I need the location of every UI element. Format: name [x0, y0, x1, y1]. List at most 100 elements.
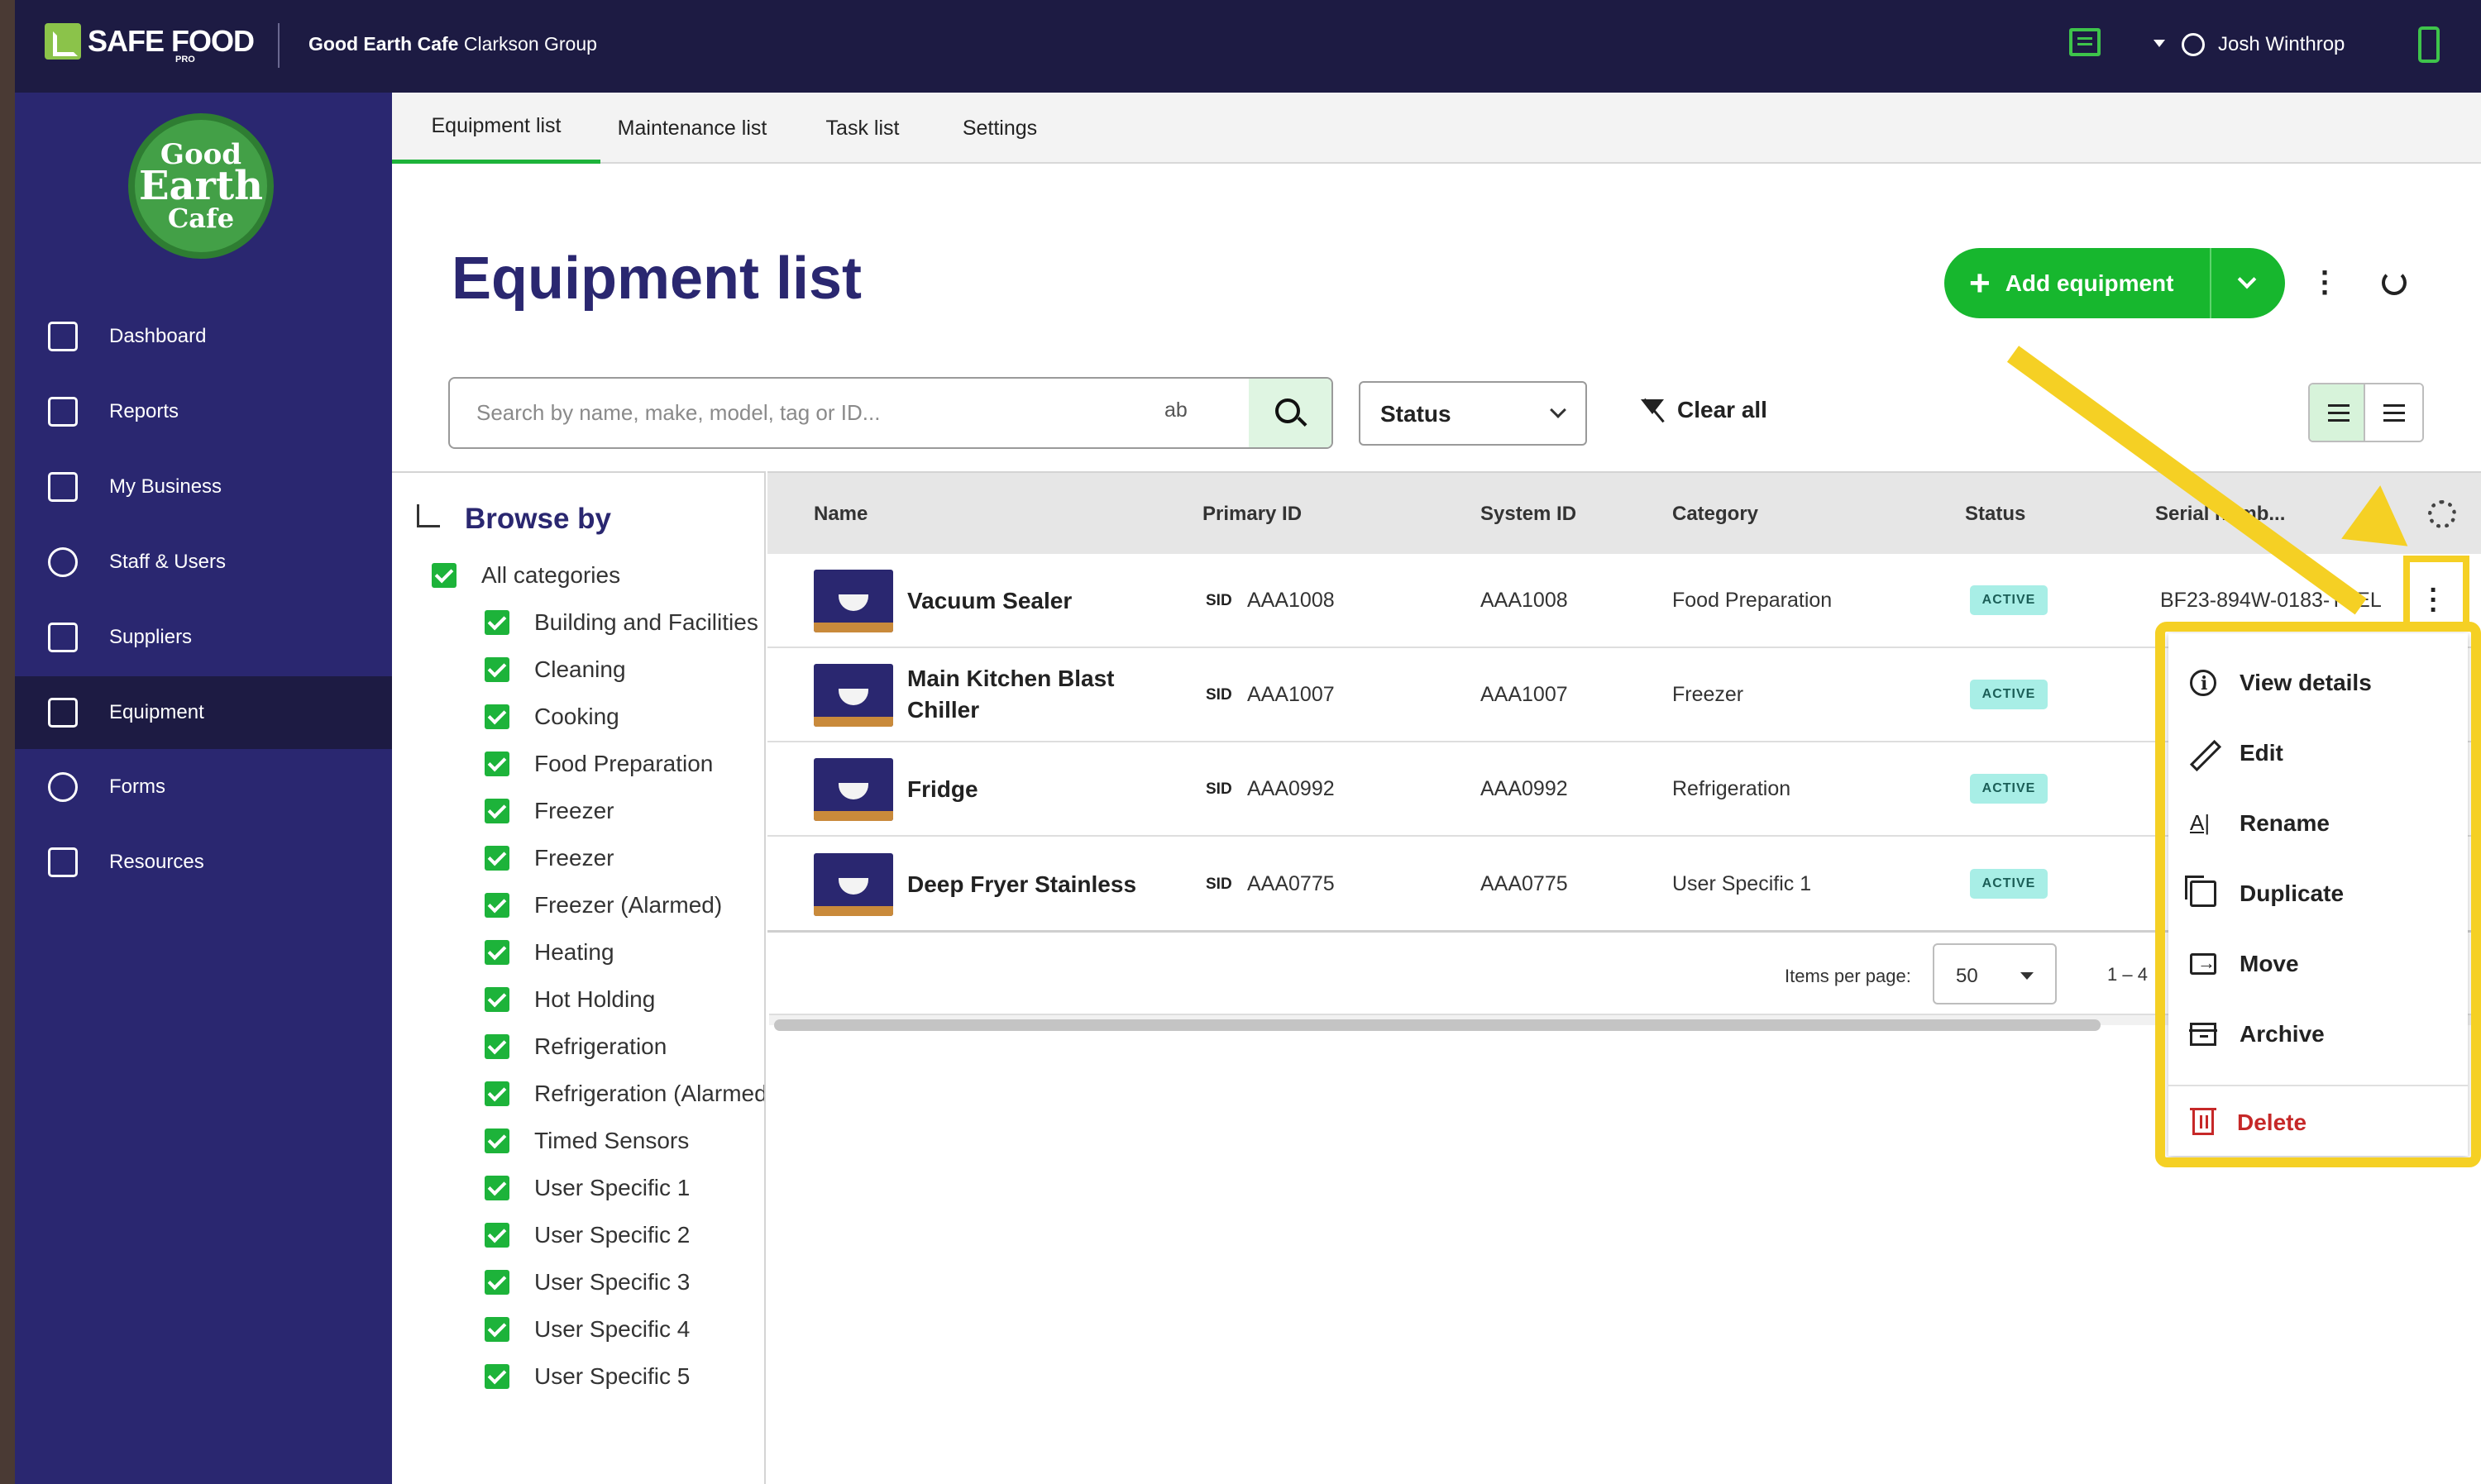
sidebar-item-my-business[interactable]: My Business: [15, 451, 392, 523]
checkbox-checked-icon: [485, 893, 509, 918]
sidebar-item-staff-users[interactable]: Staff & Users: [15, 526, 392, 599]
gear-icon[interactable]: [2428, 500, 2456, 528]
add-equipment-label: Add equipment: [2005, 270, 2174, 296]
category-checkbox[interactable]: User Specific 1: [485, 1171, 690, 1205]
compact-list-view-button[interactable]: [2365, 384, 2422, 441]
tab-settings[interactable]: Settings: [941, 93, 1059, 164]
checkbox-checked-icon: [485, 1317, 509, 1342]
sidebar-item-label: Reports: [109, 400, 179, 422]
tab-task-list[interactable]: Task list: [801, 93, 925, 164]
mobile-device-icon[interactable]: [2418, 26, 2440, 63]
sidebar-item-suppliers[interactable]: Suppliers: [15, 601, 392, 674]
category-label: Building and Facilities: [534, 609, 758, 635]
search-box: ab: [448, 377, 1333, 449]
sidebar-item-label: Suppliers: [109, 626, 193, 648]
category-checkbox[interactable]: Timed Sensors: [485, 1124, 689, 1157]
tab-maintenance-list[interactable]: Maintenance list: [600, 93, 784, 164]
primary-id: AAA0775: [1247, 872, 1335, 895]
sidebar-item-equipment[interactable]: Equipment: [15, 676, 392, 749]
search-input[interactable]: [476, 379, 1105, 447]
system-id: AAA0775: [1480, 872, 1568, 895]
clear-all-button[interactable]: Clear all: [1639, 397, 1767, 423]
user-avatar-icon[interactable]: [2182, 33, 2205, 56]
equipment-thumbnail: [814, 570, 893, 632]
category-label: Food Preparation: [534, 751, 714, 776]
equipment-name[interactable]: Fridge: [907, 774, 1155, 805]
column-header-primary-id[interactable]: Primary ID: [1202, 503, 1302, 526]
window-edge: [0, 0, 15, 1484]
pagination-range: 1 – 4: [2107, 964, 2148, 985]
checkbox-checked-icon: [485, 1270, 509, 1295]
equipment-thumbnail: [814, 853, 893, 916]
status-badge: ACTIVE: [1970, 585, 2048, 615]
items-per-page-select[interactable]: 50: [1933, 943, 2057, 1004]
safefood-logo[interactable]: SAFE FOOD: [45, 23, 255, 60]
column-header-status[interactable]: Status: [1965, 503, 2025, 526]
category-checkbox[interactable]: Food Preparation: [485, 747, 713, 780]
category-label: Freezer: [534, 798, 614, 823]
equipment-thumbnail: [814, 664, 893, 727]
category-checkbox[interactable]: User Specific 2: [485, 1219, 690, 1252]
top-bar: SAFE FOOD PRO Good Earth Cafe Clarkson G…: [0, 0, 2481, 93]
checkbox-checked-icon: [485, 940, 509, 965]
column-header-category[interactable]: Category: [1672, 503, 1758, 526]
category-checkbox[interactable]: Freezer: [485, 842, 614, 875]
organization-name[interactable]: Good Earth Cafe Clarkson Group: [308, 33, 597, 55]
category-checkbox[interactable]: Refrigeration: [485, 1030, 667, 1063]
user-menu-name[interactable]: Josh Winthrop: [2218, 33, 2345, 56]
category-checkbox[interactable]: Building and Facilities: [485, 606, 758, 639]
category-checkbox[interactable]: User Specific 5: [485, 1360, 690, 1393]
category-checkbox[interactable]: Hot Holding: [485, 983, 655, 1016]
column-header-system-id[interactable]: System ID: [1480, 503, 1576, 526]
category-label: Heating: [534, 939, 614, 965]
equipment-icon: [48, 698, 78, 728]
tab-equipment-list[interactable]: Equipment list: [392, 93, 600, 164]
equipment-name[interactable]: Vacuum Sealer: [907, 585, 1155, 617]
equipment-name[interactable]: Deep Fryer Stainless: [907, 869, 1155, 900]
truck-icon: [48, 623, 78, 652]
add-equipment-button[interactable]: + Add equipment: [1944, 248, 2285, 318]
sid-tag: SID: [1206, 592, 1232, 609]
category-checkbox[interactable]: Refrigeration (Alarmed): [485, 1077, 764, 1110]
status-filter-select[interactable]: Status: [1359, 381, 1587, 446]
equipment-name[interactable]: Main Kitchen Blast Chiller: [907, 663, 1155, 726]
category-label: Cooking: [534, 704, 619, 729]
system-id: AAA1007: [1480, 683, 1568, 706]
category-checkbox[interactable]: Freezer (Alarmed): [485, 889, 722, 922]
items-per-page-value: 50: [1956, 965, 1978, 987]
sidebar-item-forms[interactable]: Forms: [15, 751, 392, 823]
chevron-down-icon[interactable]: [2154, 40, 2165, 47]
messages-icon[interactable]: [2069, 28, 2101, 56]
search-button[interactable]: [1249, 379, 1331, 447]
chevron-down-icon[interactable]: [2237, 270, 2257, 289]
category-label: Refrigeration: [534, 1033, 667, 1059]
search-mode-icon[interactable]: ab: [1164, 398, 1188, 422]
category-checkbox[interactable]: Cleaning: [485, 653, 626, 686]
checkbox-checked-icon: [485, 610, 509, 635]
column-header-name[interactable]: Name: [814, 503, 868, 526]
category-checkbox[interactable]: Cooking: [485, 700, 619, 733]
category-label: Freezer (Alarmed): [534, 892, 723, 918]
checkbox-checked-icon: [485, 657, 509, 682]
sidebar-item-reports[interactable]: Reports: [15, 375, 392, 448]
category-checkbox[interactable]: Freezer: [485, 794, 614, 828]
system-id: AAA1008: [1480, 589, 1568, 612]
category-checkbox[interactable]: User Specific 4: [485, 1313, 690, 1346]
tab-bar: Equipment list Maintenance list Task lis…: [392, 93, 2481, 164]
refresh-icon[interactable]: [2382, 270, 2407, 295]
items-per-page-label: Items per page:: [1785, 966, 1911, 986]
sidebar-item-dashboard[interactable]: Dashboard: [15, 300, 392, 373]
checkbox-checked-icon: [485, 704, 509, 729]
sidebar-item-label: Dashboard: [109, 325, 207, 347]
category-all-checkbox[interactable]: All categories: [432, 559, 620, 592]
category-checkbox[interactable]: Heating: [485, 936, 614, 969]
scrollbar-thumb[interactable]: [774, 1019, 2101, 1031]
system-id: AAA0992: [1480, 777, 1568, 800]
category-checkbox[interactable]: User Specific 3: [485, 1266, 690, 1299]
more-options-icon[interactable]: · · ·: [2317, 258, 2334, 308]
detailed-list-view-button[interactable]: [2310, 384, 2366, 441]
sidebar-item-resources[interactable]: Resources: [15, 826, 392, 899]
copy-icon: [48, 847, 78, 877]
logo-subtext: PRO: [175, 55, 195, 64]
category-label: User Specific 4: [534, 1316, 691, 1342]
